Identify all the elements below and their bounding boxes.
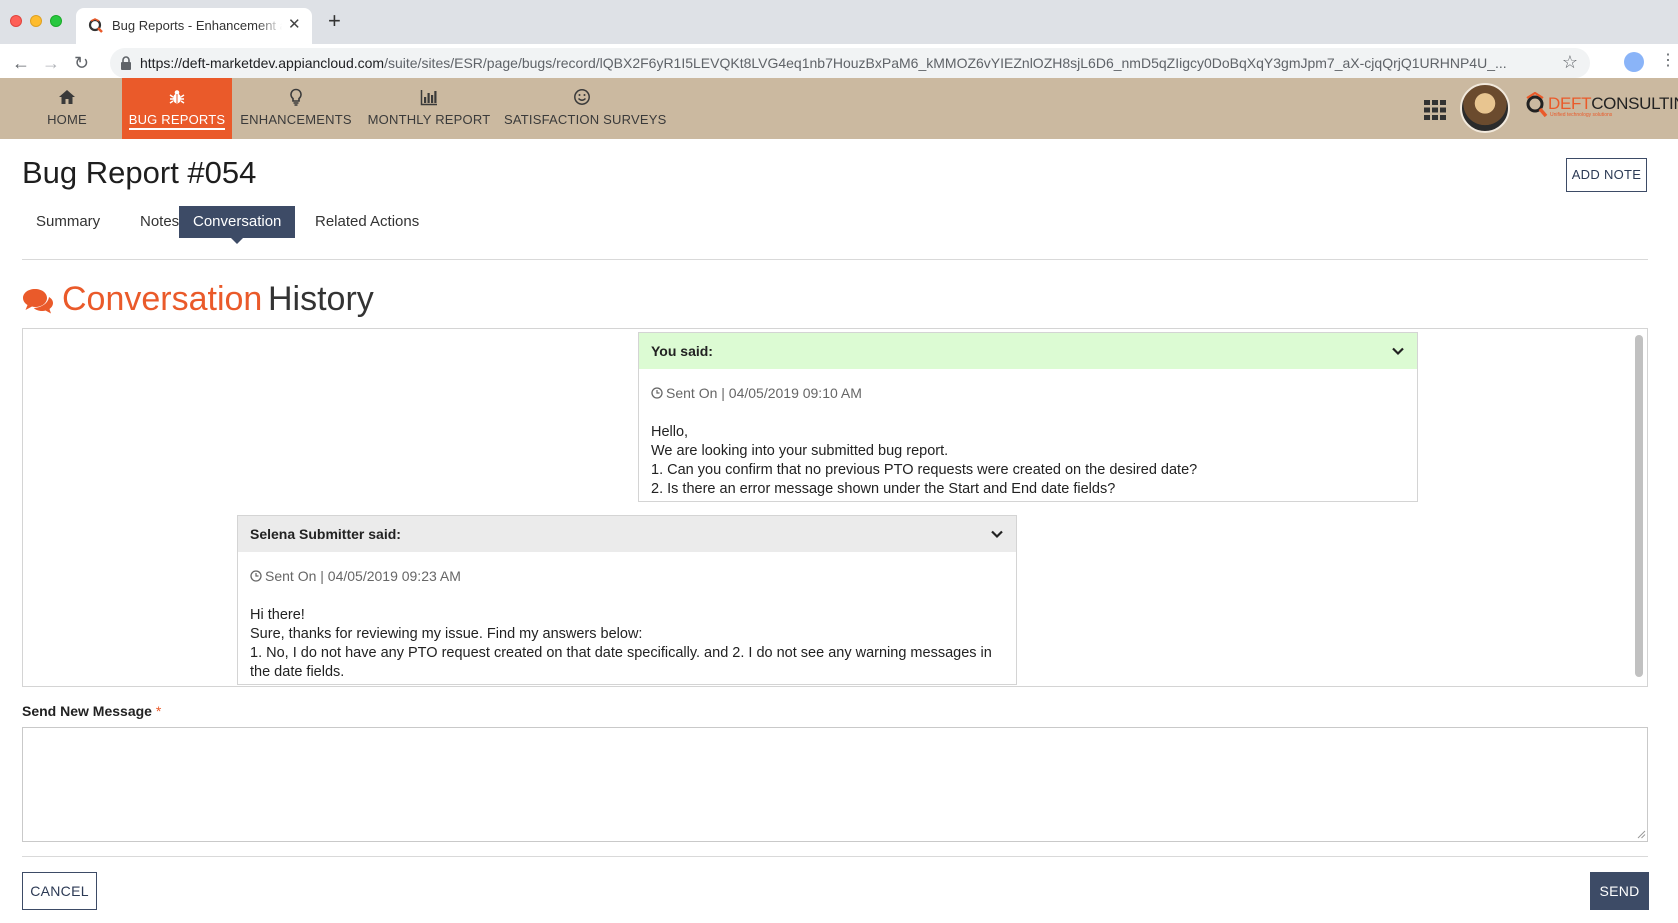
bar-chart-icon — [420, 90, 437, 106]
nav-bug-reports-label: BUG REPORTS — [128, 112, 226, 130]
nav-satisfaction-surveys[interactable]: SATISFACTION SURVEYS — [504, 78, 667, 139]
nav-monthly-report-label: MONTHLY REPORT — [367, 112, 491, 127]
form-divider — [22, 856, 1648, 857]
clock-icon — [651, 387, 663, 399]
window-minimize-button[interactable] — [30, 15, 42, 27]
reload-icon[interactable]: ↻ — [74, 53, 89, 73]
send-button[interactable]: SEND — [1590, 872, 1649, 910]
lightbulb-icon — [290, 88, 302, 106]
browser-tab-bar: Bug Reports - Enhancement and ✕ + — [0, 0, 1678, 44]
tab-title: Bug Reports - Enhancement and — [112, 18, 282, 33]
window-close-button[interactable] — [10, 15, 22, 27]
nav-satisfaction-surveys-label: SATISFACTION SURVEYS — [504, 112, 667, 127]
message-header[interactable]: Selena Submitter said: — [238, 516, 1016, 552]
bookmark-star-icon[interactable]: ☆ — [1562, 52, 1578, 73]
message-card-selena: Selena Submitter said: Sent On | 04/05/2… — [237, 515, 1017, 685]
browser-profile-icon[interactable] — [1624, 52, 1644, 72]
page-title: Bug Report #054 — [22, 155, 257, 190]
logo-tagline: Unified technology solutions — [1550, 112, 1613, 118]
url-text: https://deft-marketdev.appiancloud.com/s… — [140, 55, 1507, 71]
heading-accent: Conversation — [62, 280, 263, 318]
logo-magnifier-icon — [1526, 92, 1548, 118]
back-arrow-icon[interactable]: ← — [12, 53, 30, 73]
browser-menu-icon[interactable]: ⋮ — [1660, 52, 1676, 70]
message-timestamp: Sent On | 04/05/2019 09:23 AM — [250, 568, 461, 584]
chevron-down-icon[interactable] — [1391, 344, 1405, 358]
message-body: Hello, We are looking into your submitte… — [651, 424, 1198, 497]
nav-enhancements-label: ENHANCEMENTS — [240, 112, 352, 127]
new-message-textarea[interactable] — [22, 727, 1648, 842]
required-marker: * — [155, 703, 162, 719]
nav-home-label: HOME — [47, 112, 87, 127]
chevron-down-icon[interactable] — [990, 527, 1004, 541]
tab-summary[interactable]: Summary — [22, 206, 114, 238]
app-grid-icon[interactable] — [1424, 100, 1446, 120]
conversation-scrollbar[interactable] — [1635, 335, 1643, 677]
forward-arrow-icon[interactable]: → — [42, 53, 60, 73]
clock-icon — [250, 570, 262, 582]
message-header[interactable]: You said: — [639, 333, 1417, 369]
bug-icon — [169, 90, 185, 104]
url-field[interactable]: https://deft-marketdev.appiancloud.com/s… — [110, 48, 1590, 78]
add-note-button[interactable]: ADD NOTE — [1566, 158, 1647, 192]
message-card-you: You said: Sent On | 04/05/2019 09:10 AM … — [638, 332, 1418, 502]
logo-wordmark: DEFTCONSULTING — [1548, 94, 1678, 113]
tab-conversation[interactable]: Conversation — [179, 206, 296, 244]
resize-grip-icon[interactable] — [1637, 830, 1646, 839]
new-tab-icon[interactable]: + — [328, 10, 341, 32]
user-avatar[interactable] — [1460, 83, 1510, 133]
app-header: HOME BUG REPORTS ENHANCEMENTS MONTHLY RE… — [0, 78, 1678, 139]
cancel-button[interactable]: CANCEL — [22, 872, 97, 910]
nav-bug-reports[interactable]: BUG REPORTS — [122, 78, 232, 139]
smiley-icon — [574, 89, 590, 105]
nav-home[interactable]: HOME — [28, 78, 106, 139]
chat-bubbles-icon — [23, 289, 53, 314]
nav-monthly-report[interactable]: MONTHLY REPORT — [364, 78, 494, 139]
site-favicon-icon — [88, 18, 103, 33]
heading-rest: History — [268, 280, 374, 318]
send-new-message-label: Send New Message * — [22, 703, 162, 719]
message-author: You said: — [651, 343, 713, 359]
tab-related-actions[interactable]: Related Actions — [301, 206, 433, 238]
tabs-divider — [22, 259, 1648, 260]
lock-icon — [121, 56, 131, 70]
browser-tab[interactable]: Bug Reports - Enhancement and ✕ — [76, 8, 312, 44]
window-zoom-button[interactable] — [50, 15, 62, 27]
message-body: Hi there! Sure, thanks for reviewing my … — [250, 607, 992, 680]
tab-close-icon[interactable]: ✕ — [288, 16, 301, 34]
message-timestamp: Sent On | 04/05/2019 09:10 AM — [651, 385, 862, 401]
home-icon — [59, 90, 75, 104]
nav-enhancements[interactable]: ENHANCEMENTS — [240, 78, 352, 139]
conversation-panel: You said: Sent On | 04/05/2019 09:10 AM … — [22, 328, 1648, 687]
browser-address-bar: ← → ↻ https://deft-marketdev.appiancloud… — [0, 44, 1678, 82]
message-author: Selena Submitter said: — [250, 526, 401, 542]
deft-consulting-logo: DEFTCONSULTING Unified technology soluti… — [1524, 92, 1678, 126]
